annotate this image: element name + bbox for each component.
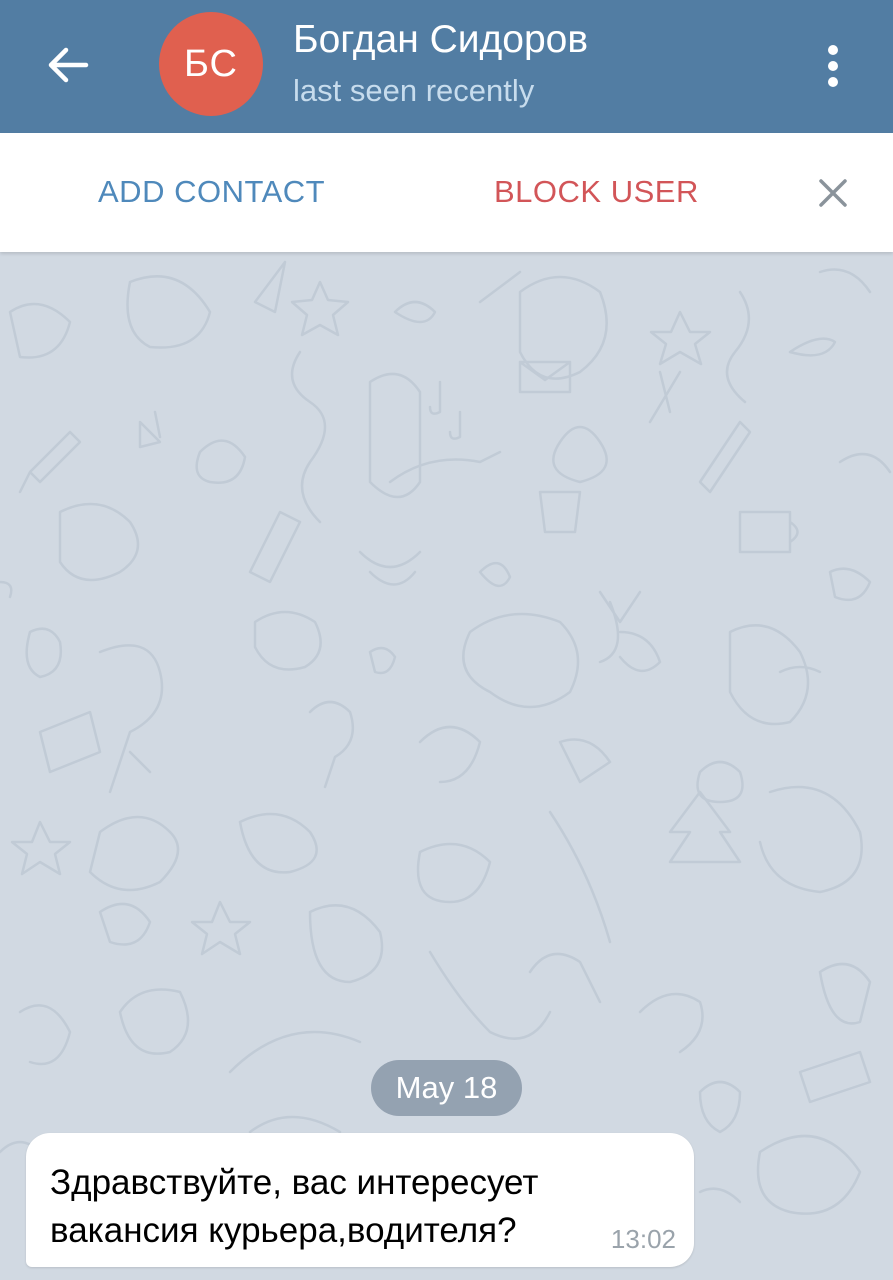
chat-area[interactable]: May 18 Здравствуйте, вас интересует вака… <box>0 252 893 1280</box>
incoming-message-bubble[interactable]: Здравствуйте, вас интересует вакансия ку… <box>26 1133 694 1267</box>
message-time: 13:02 <box>610 1224 676 1254</box>
block-user-button[interactable]: BLOCK USER <box>494 174 699 210</box>
more-vertical-icon <box>828 45 838 87</box>
chat-status: last seen recently <box>293 73 535 108</box>
chat-header: БС Богдан Сидоров last seen recently <box>0 0 893 133</box>
date-separator: May 18 <box>371 1060 522 1116</box>
back-button[interactable] <box>36 33 100 97</box>
close-action-bar-button[interactable] <box>808 168 858 218</box>
add-contact-button[interactable]: ADD CONTACT <box>98 174 325 210</box>
message-text: Здравствуйте, вас интересует вакансия ку… <box>50 1163 539 1250</box>
close-icon <box>819 179 847 207</box>
more-menu-button[interactable] <box>808 34 858 98</box>
chat-wallpaper-pattern <box>0 260 892 1244</box>
chat-title[interactable]: Богдан Сидоров <box>293 18 588 62</box>
contact-action-bar: ADD CONTACT BLOCK USER <box>0 133 893 252</box>
avatar[interactable]: БС <box>159 12 263 116</box>
arrow-left-icon <box>48 47 89 83</box>
